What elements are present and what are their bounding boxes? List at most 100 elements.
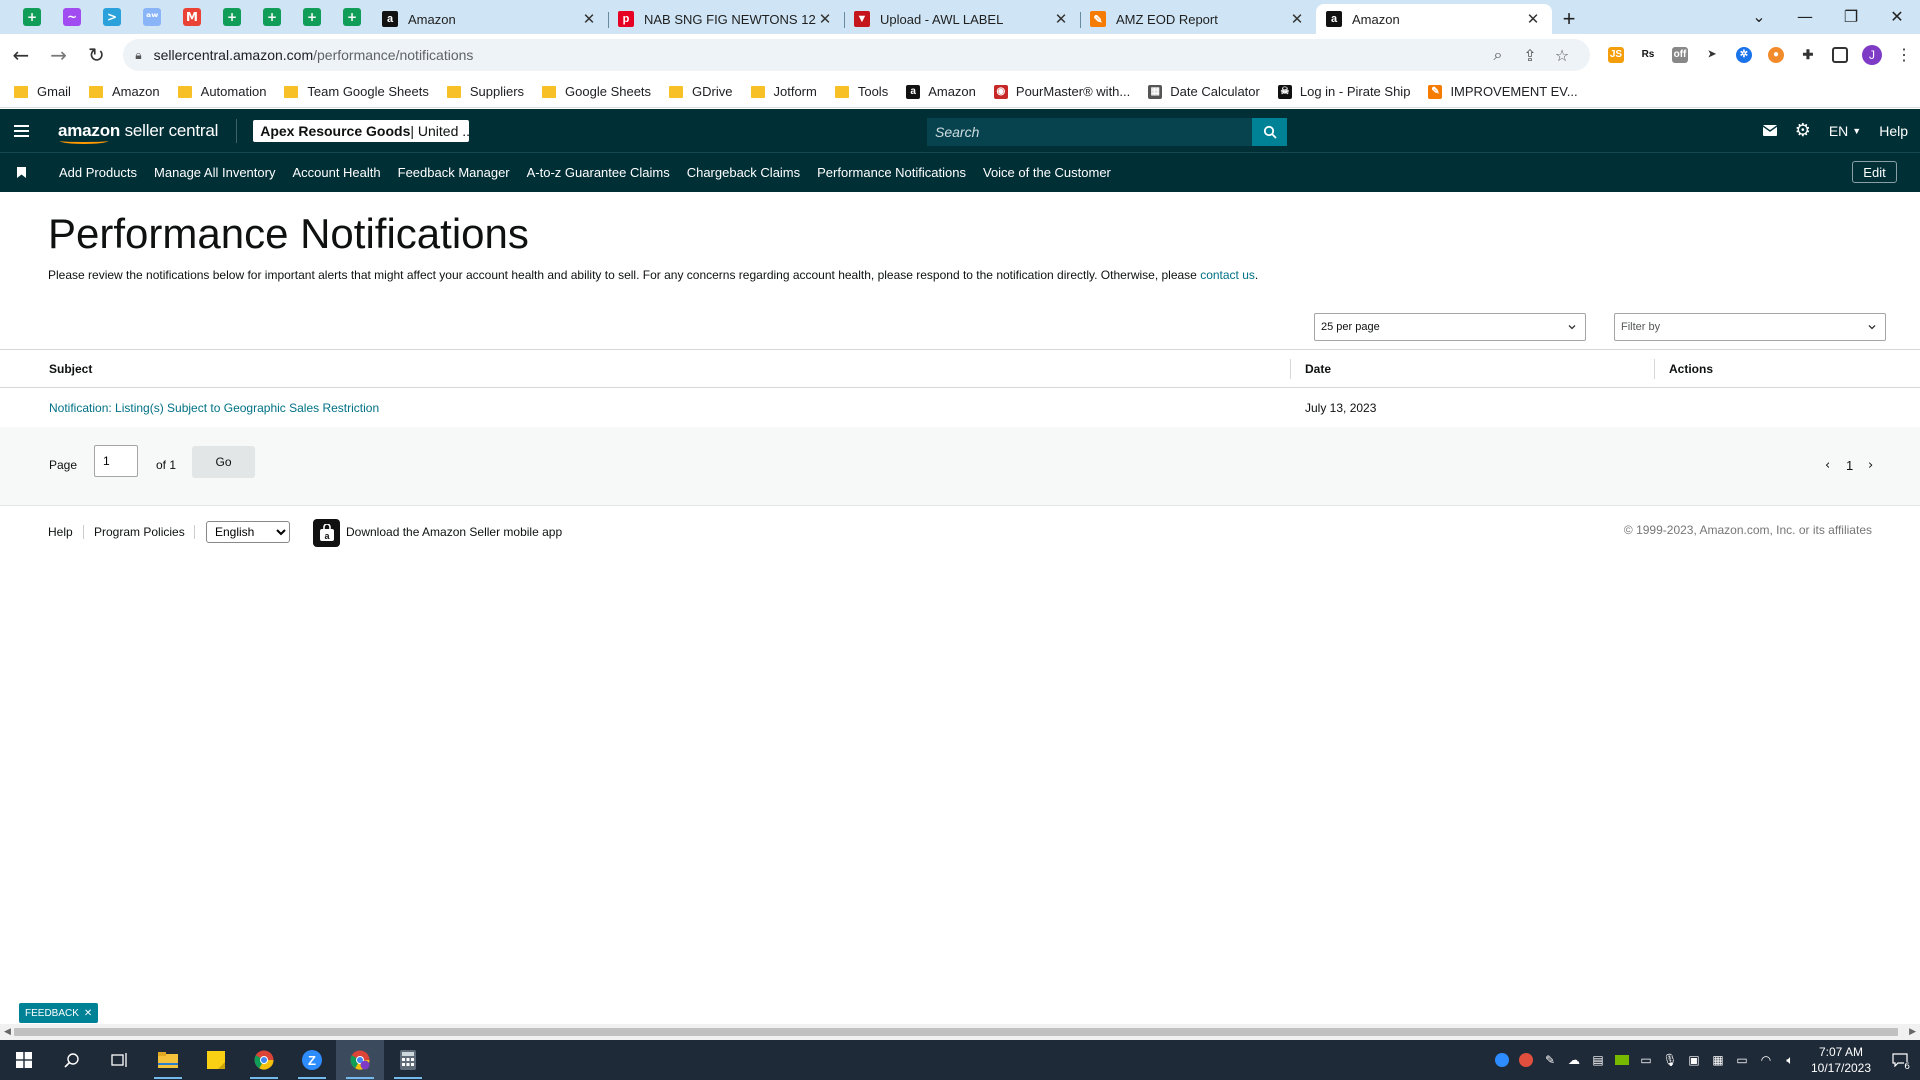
task-view-icon[interactable]: [96, 1040, 144, 1080]
tab-close-icon[interactable]: ✕: [1052, 10, 1070, 28]
bookmark-item[interactable]: Tools: [834, 84, 888, 99]
browser-tab[interactable]: p NAB SNG FIG NEWTONS 12/2Z ✕: [608, 4, 844, 34]
pinned-tab[interactable]: +: [212, 0, 252, 34]
seller-app-icon[interactable]: a: [313, 519, 340, 547]
nav-link[interactable]: Chargeback Claims: [687, 165, 800, 180]
nav-link[interactable]: Performance Notifications: [817, 165, 966, 180]
filter-select[interactable]: Filter by: [1614, 313, 1886, 341]
calculator-icon[interactable]: [384, 1040, 432, 1080]
program-policies-link[interactable]: Program Policies: [94, 525, 185, 539]
pinned-tab[interactable]: +: [252, 0, 292, 34]
pinned-tab[interactable]: +: [12, 0, 52, 34]
pinned-tab[interactable]: ᵃʷ: [132, 0, 172, 34]
lock-icon[interactable]: 🔒︎: [135, 48, 141, 63]
profile-avatar[interactable]: J: [1856, 39, 1888, 71]
pinned-tab[interactable]: +: [332, 0, 372, 34]
rs-extension-icon[interactable]: Rs: [1632, 39, 1664, 71]
contact-us-link[interactable]: contact us: [1200, 268, 1255, 282]
hamburger-menu-icon[interactable]: [0, 124, 42, 137]
per-page-select[interactable]: 25 per page: [1314, 313, 1586, 341]
pen-tray-icon[interactable]: ✎: [1538, 1040, 1562, 1080]
edit-nav-button[interactable]: Edit: [1852, 161, 1897, 183]
tab-close-icon[interactable]: ✕: [816, 10, 834, 28]
seller-central-logo[interactable]: amazon seller central: [58, 121, 218, 144]
forward-button[interactable]: →: [42, 38, 76, 72]
bookmark-item[interactable]: Gmail: [14, 84, 71, 99]
download-app-link[interactable]: Download the Amazon Seller mobile app: [346, 525, 562, 539]
footer-language-select[interactable]: English: [206, 521, 290, 543]
feedback-tab[interactable]: FEEDBACK ✕: [19, 1003, 99, 1023]
bookmark-item[interactable]: GDrive: [669, 84, 733, 99]
horizontal-scrollbar[interactable]: ◀ ▶: [0, 1024, 1920, 1040]
zoom-tray-icon[interactable]: [1490, 1040, 1514, 1080]
pinned-tab[interactable]: +: [292, 0, 332, 34]
browser-tab[interactable]: a Amazon ✕: [372, 4, 608, 34]
scrollbar-thumb[interactable]: [14, 1028, 1898, 1036]
prev-page-icon[interactable]: ‹: [1825, 458, 1830, 473]
pinned-tab[interactable]: ~: [52, 0, 92, 34]
chrome-profile-icon[interactable]: [336, 1040, 384, 1080]
zoom-app-icon[interactable]: Z: [288, 1040, 336, 1080]
current-page-number[interactable]: 1: [1846, 458, 1853, 473]
back-button[interactable]: ←: [4, 38, 38, 72]
language-selector[interactable]: EN ▼: [1829, 123, 1861, 139]
onedrive-tray-icon[interactable]: ☁: [1562, 1040, 1586, 1080]
settings-gear-icon[interactable]: ⚙: [1795, 120, 1811, 141]
zoom-icon[interactable]: ⌕: [1482, 45, 1514, 65]
usb-tray-icon[interactable]: ▭: [1634, 1040, 1658, 1080]
bookmark-item[interactable]: Suppliers: [446, 84, 524, 99]
display-tray-icon[interactable]: ▣: [1682, 1040, 1706, 1080]
notification-center-icon[interactable]: 6: [1880, 1040, 1920, 1080]
battery-tray-icon[interactable]: ▭: [1730, 1040, 1754, 1080]
mail-icon[interactable]: [1762, 125, 1777, 136]
bookmark-item[interactable]: a Amazon: [906, 84, 976, 99]
address-bar[interactable]: 🔒︎ sellercentral.amazon.com/performance/…: [123, 39, 1590, 71]
restore-icon[interactable]: ❐: [1828, 0, 1874, 32]
tab-close-icon[interactable]: ✕: [580, 10, 598, 28]
app-tray-icon[interactable]: ▦: [1706, 1040, 1730, 1080]
bookmark-item[interactable]: ▦ Date Calculator: [1148, 84, 1260, 99]
chrome-icon[interactable]: [240, 1040, 288, 1080]
off-extension-icon[interactable]: off: [1664, 39, 1696, 71]
share-icon[interactable]: ⇪: [1514, 46, 1546, 65]
taskbar-clock[interactable]: 7:07 AM 10/17/2023: [1802, 1044, 1880, 1076]
search-input[interactable]: [927, 118, 1252, 146]
bookmark-star-icon[interactable]: ☆: [1546, 46, 1578, 65]
side-panel-icon[interactable]: [1824, 39, 1856, 71]
minimize-icon[interactable]: —: [1782, 0, 1828, 32]
go-button[interactable]: Go: [192, 446, 255, 478]
browser-tab[interactable]: ✎ AMZ EOD Report ✕: [1080, 4, 1316, 34]
nav-link[interactable]: Feedback Manager: [398, 165, 510, 180]
search-button[interactable]: [1252, 118, 1287, 146]
nvidia-tray-icon[interactable]: [1610, 1040, 1634, 1080]
orange-extension-icon[interactable]: ●: [1760, 39, 1792, 71]
store-selector[interactable]: Apex Resource Goods | United ...: [253, 119, 470, 142]
nav-link[interactable]: A-to-z Guarantee Claims: [527, 165, 670, 180]
scroll-left-icon[interactable]: ◀: [4, 1026, 11, 1037]
menu-kebab-icon[interactable]: ⋮: [1888, 39, 1920, 71]
url-text[interactable]: sellercentral.amazon.com/performance/not…: [154, 47, 1482, 63]
nav-link[interactable]: Manage All Inventory: [154, 165, 275, 180]
tab-close-icon[interactable]: ✕: [1288, 10, 1306, 28]
scroll-right-icon[interactable]: ▶: [1909, 1026, 1916, 1037]
windows-start-icon[interactable]: [0, 1040, 48, 1080]
tab-close-icon[interactable]: ✕: [1524, 10, 1542, 28]
wifi-tray-icon[interactable]: ◠: [1754, 1040, 1778, 1080]
browser-tab[interactable]: a Amazon ✕: [1316, 4, 1552, 34]
bookmark-item[interactable]: Team Google Sheets: [284, 84, 429, 99]
pinned-tab[interactable]: >: [92, 0, 132, 34]
browser-tab[interactable]: ▼ Upload - AWL LABEL ✕: [844, 4, 1080, 34]
cursor-extension-icon[interactable]: ➤: [1696, 39, 1728, 71]
monitor-tray-icon[interactable]: ▤: [1586, 1040, 1610, 1080]
help-link[interactable]: Help: [1879, 123, 1908, 139]
blue-extension-icon[interactable]: ✲: [1728, 39, 1760, 71]
bookmark-item[interactable]: Automation: [177, 84, 266, 99]
bookmark-item[interactable]: ☠ Log in - Pirate Ship: [1277, 84, 1410, 99]
bookmark-item[interactable]: ◉ PourMaster® with...: [993, 84, 1130, 99]
bookmark-item[interactable]: Jotform: [750, 84, 817, 99]
bookmark-item[interactable]: Google Sheets: [542, 84, 651, 99]
tab-search-icon[interactable]: ⌄: [1736, 0, 1782, 32]
extensions-puzzle-icon[interactable]: ✚: [1792, 39, 1824, 71]
volume-tray-icon[interactable]: 🔈︎: [1778, 1040, 1802, 1080]
page-number-input[interactable]: [94, 445, 138, 477]
